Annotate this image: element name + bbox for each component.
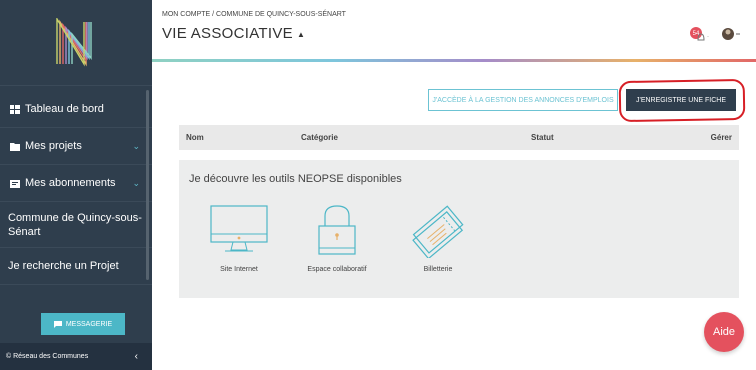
column-header-categorie[interactable]: Catégorie (301, 133, 338, 142)
sidebar-item-label: Tableau de bord (25, 103, 104, 115)
tools-title: Je découvre les outils NEOPSE disponible… (189, 173, 402, 185)
page-title[interactable]: VIE ASSOCIATIVE ▲ (162, 25, 305, 42)
subscriptions-icon (10, 179, 20, 188)
table-header: Nom Catégorie Statut Gérer (179, 125, 739, 150)
user-avatar[interactable] (718, 27, 744, 41)
sidebar-item-label: Mes projets (25, 140, 82, 152)
help-button[interactable]: Aide (704, 312, 744, 352)
padlock-icon (318, 205, 356, 255)
sidebar-item-projects[interactable]: Mes projets ⌄ (0, 128, 152, 165)
job-ads-button[interactable]: J'ACCÈDE À LA GESTION DES ANNONCES D'EMP… (428, 89, 618, 111)
chevron-left-icon[interactable]: ‹ (135, 351, 138, 362)
sidebar-item-label: Commune de Quincy-sous-Sénart (8, 211, 142, 238)
tool-espace-collaboratif[interactable]: Espace collaboratif (297, 204, 377, 273)
caret-up-icon: ▲ (296, 29, 306, 39)
sidebar-item-dashboard[interactable]: Tableau de bord (0, 91, 152, 128)
page-header: MON COMPTE / COMMUNE DE QUINCY-SOUS-SÉNA… (152, 0, 756, 62)
copyright-text: © Réseau des Communes (6, 353, 89, 360)
tool-billetterie[interactable]: Billetterie (405, 204, 471, 273)
header-color-bar (152, 59, 756, 62)
message-icon (53, 320, 62, 328)
sidebar: Tableau de bord Mes projets ⌄ Mes abonne… (0, 0, 152, 370)
tools-panel: Je découvre les outils NEOPSE disponible… (179, 160, 739, 298)
ticket-icon (412, 205, 464, 260)
messagerie-label: MESSAGERIE (65, 320, 113, 328)
column-header-nom[interactable]: Nom (186, 133, 204, 142)
tool-label: Espace collaboratif (307, 266, 367, 273)
svg-text:·: · (707, 34, 709, 40)
sidebar-item-subscriptions[interactable]: Mes abonnements ⌄ (0, 165, 152, 202)
chevron-down-icon[interactable]: ⌄ (132, 178, 140, 189)
register-sheet-button[interactable]: J'ENREGISTRE UNE FICHE (626, 89, 736, 111)
sidebar-scrollbar[interactable] (146, 90, 149, 280)
messagerie-button[interactable]: MESSAGERIE (41, 313, 125, 335)
chevron-down-icon[interactable]: ⌄ (132, 141, 140, 152)
column-header-statut[interactable]: Statut (531, 133, 554, 142)
page-title-text: VIE ASSOCIATIVE (162, 25, 293, 42)
sidebar-item-search-project[interactable]: Je recherche un Projet (0, 248, 152, 285)
breadcrumb[interactable]: MON COMPTE / COMMUNE DE QUINCY-SOUS-SÉNA… (162, 11, 346, 18)
tool-label: Billetterie (423, 266, 453, 273)
sidebar-footer: © Réseau des Communes ‹ (0, 343, 152, 370)
notification-bell-icon[interactable]: 54 · (689, 26, 709, 42)
neopse-logo-icon (56, 17, 92, 67)
tool-site-internet[interactable]: Site Internet (209, 204, 269, 273)
logo[interactable] (0, 0, 152, 86)
monitor-icon (210, 205, 268, 252)
column-header-gerer[interactable]: Gérer (711, 133, 732, 142)
sidebar-item-label: Mes abonnements (25, 177, 116, 189)
dashboard-icon (10, 104, 20, 114)
sidebar-item-commune[interactable]: Commune de Quincy-sous-Sénart (0, 202, 152, 248)
folder-icon (10, 142, 20, 151)
sidebar-item-label: Je recherche un Projet (8, 260, 119, 272)
tool-label: Site Internet (220, 266, 258, 273)
app: Tableau de bord Mes projets ⌄ Mes abonne… (0, 0, 756, 370)
